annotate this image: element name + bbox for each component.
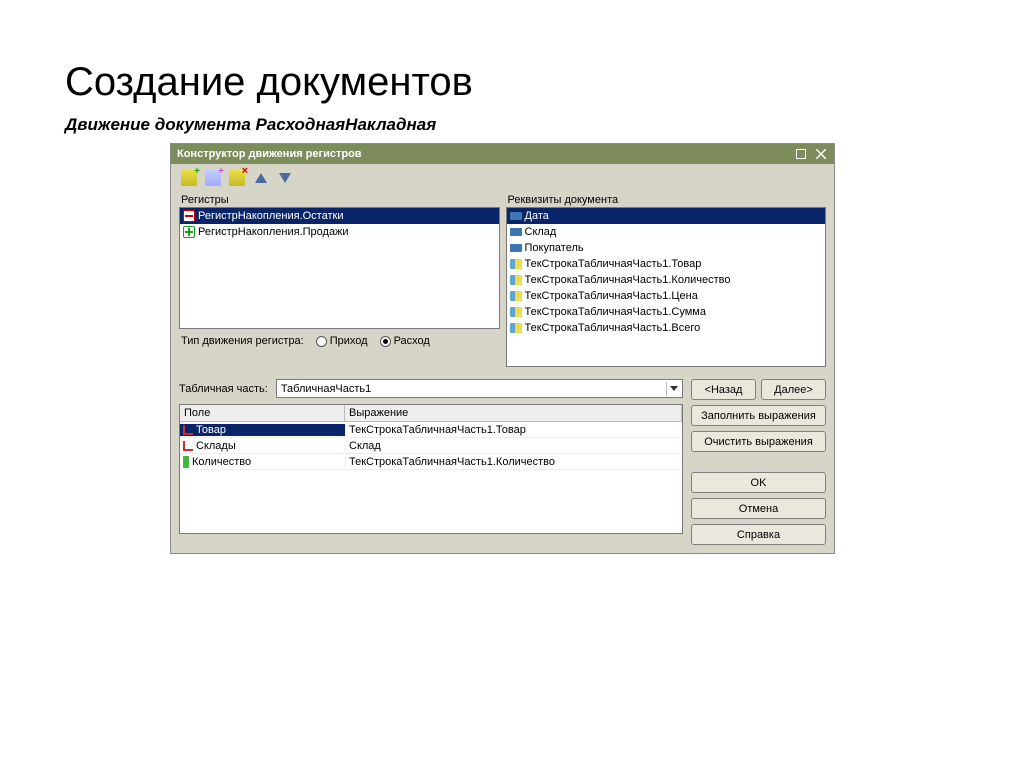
header-field: Поле [180, 405, 345, 421]
field-expression: ТекСтрокаТабличнаяЧасть1.Товар [346, 424, 682, 436]
close-icon[interactable] [814, 147, 828, 161]
requisite-item[interactable]: ТекСтрокаТабличнаяЧасть1.Цена [507, 288, 826, 304]
table-part-label: Табличная часть: [179, 383, 268, 395]
requisite-item[interactable]: Покупатель [507, 240, 826, 256]
table-row[interactable]: Товар ТекСтрокаТабличнаяЧасть1.Товар [180, 422, 682, 438]
tabular-attribute-icon [510, 275, 522, 285]
table-part-combo[interactable]: ТабличнаяЧасть1 [276, 379, 683, 398]
field-name: Количество [192, 456, 251, 468]
field-name: Товар [196, 424, 226, 436]
chevron-down-icon [666, 382, 680, 396]
movement-type-row: Тип движения регистра: Приход Расход [179, 329, 500, 353]
ok-button[interactable]: OK [691, 472, 826, 493]
requisite-label: Дата [525, 210, 549, 222]
page-subtitle: Движение документа РасходнаяНакладная [65, 115, 974, 135]
window-title: Конструктор движения регистров [177, 144, 362, 164]
requisites-label: Реквизиты документа [506, 192, 827, 207]
header-expression: Выражение [345, 405, 682, 421]
requisite-label: Склад [525, 226, 557, 238]
titlebar: Конструктор движения регистров [171, 144, 834, 164]
table-part-value: ТабличнаяЧасть1 [281, 383, 371, 395]
maximize-icon[interactable] [794, 147, 808, 161]
table-row[interactable]: Склады Склад [180, 438, 682, 454]
requisite-label: ТекСтрокаТабличнаяЧасть1.Сумма [525, 306, 706, 318]
register-label: РегистрНакопления.Остатки [198, 210, 343, 222]
requisite-item[interactable]: Дата [507, 208, 826, 224]
minus-icon [183, 210, 195, 222]
table-row[interactable]: Количество ТекСтрокаТабличнаяЧасть1.Коли… [180, 454, 682, 470]
page-title: Создание документов [65, 60, 974, 105]
requisite-label: ТекСтрокаТабличнаяЧасть1.Всего [525, 322, 701, 334]
cancel-button[interactable]: Отмена [691, 498, 826, 519]
requisite-item[interactable]: ТекСтрокаТабличнаяЧасть1.Сумма [507, 304, 826, 320]
tabular-attribute-icon [510, 291, 522, 301]
radio-expense[interactable]: Расход [380, 335, 430, 347]
dimension-icon [183, 441, 193, 451]
radio-icon [316, 336, 327, 347]
requisite-item[interactable]: Склад [507, 224, 826, 240]
radio-income[interactable]: Приход [316, 335, 368, 347]
requisite-item[interactable]: ТекСтрокаТабличнаяЧасть1.Товар [507, 256, 826, 272]
move-up-button[interactable] [251, 168, 271, 188]
requisite-label: ТекСтрокаТабличнаяЧасть1.Количество [525, 274, 731, 286]
clear-expressions-button[interactable]: Очистить выражения [691, 431, 826, 452]
help-button[interactable]: Справка [691, 524, 826, 545]
register-item[interactable]: РегистрНакопления.Продажи [180, 224, 499, 240]
fields-table[interactable]: Поле Выражение Товар ТекСтрокаТабличнаяЧ… [179, 404, 683, 534]
move-down-button[interactable] [275, 168, 295, 188]
field-expression: Склад [346, 440, 682, 452]
add-from-list-button[interactable] [203, 168, 223, 188]
requisite-item[interactable]: ТекСтрокаТабличнаяЧасть1.Всего [507, 320, 826, 336]
back-button[interactable]: <Назад [691, 379, 756, 400]
add-register-button[interactable] [179, 168, 199, 188]
requisite-label: ТекСтрокаТабличнаяЧасть1.Товар [525, 258, 702, 270]
dimension-icon [183, 425, 193, 435]
requisite-label: Покупатель [525, 242, 584, 254]
attribute-icon [510, 212, 522, 220]
tabular-attribute-icon [510, 323, 522, 333]
field-name: Склады [196, 440, 236, 452]
plus-icon [183, 226, 195, 238]
next-button[interactable]: Далее> [761, 379, 826, 400]
movement-type-label: Тип движения регистра: [181, 335, 304, 347]
attribute-icon [510, 244, 522, 252]
registers-listbox[interactable]: РегистрНакопления.Остатки РегистрНакопле… [179, 207, 500, 329]
field-expression: ТекСтрокаТабличнаяЧасть1.Количество [346, 456, 682, 468]
toolbar [171, 164, 834, 192]
requisites-listbox[interactable]: Дата Склад Покупатель ТекСтрокаТабличная… [506, 207, 827, 367]
delete-register-button[interactable] [227, 168, 247, 188]
fill-expressions-button[interactable]: Заполнить выражения [691, 405, 826, 426]
radio-icon [380, 336, 391, 347]
table-header: Поле Выражение [180, 405, 682, 422]
register-item[interactable]: РегистрНакопления.Остатки [180, 208, 499, 224]
register-label: РегистрНакопления.Продажи [198, 226, 349, 238]
radio-expense-label: Расход [394, 335, 430, 347]
resource-icon [183, 456, 189, 468]
dialog-window: Конструктор движения регистров Регистры [170, 143, 835, 554]
requisite-label: ТекСтрокаТабличнаяЧасть1.Цена [525, 290, 698, 302]
tabular-attribute-icon [510, 307, 522, 317]
radio-income-label: Приход [330, 335, 368, 347]
registers-label: Регистры [179, 192, 500, 207]
attribute-icon [510, 228, 522, 236]
requisite-item[interactable]: ТекСтрокаТабличнаяЧасть1.Количество [507, 272, 826, 288]
tabular-attribute-icon [510, 259, 522, 269]
